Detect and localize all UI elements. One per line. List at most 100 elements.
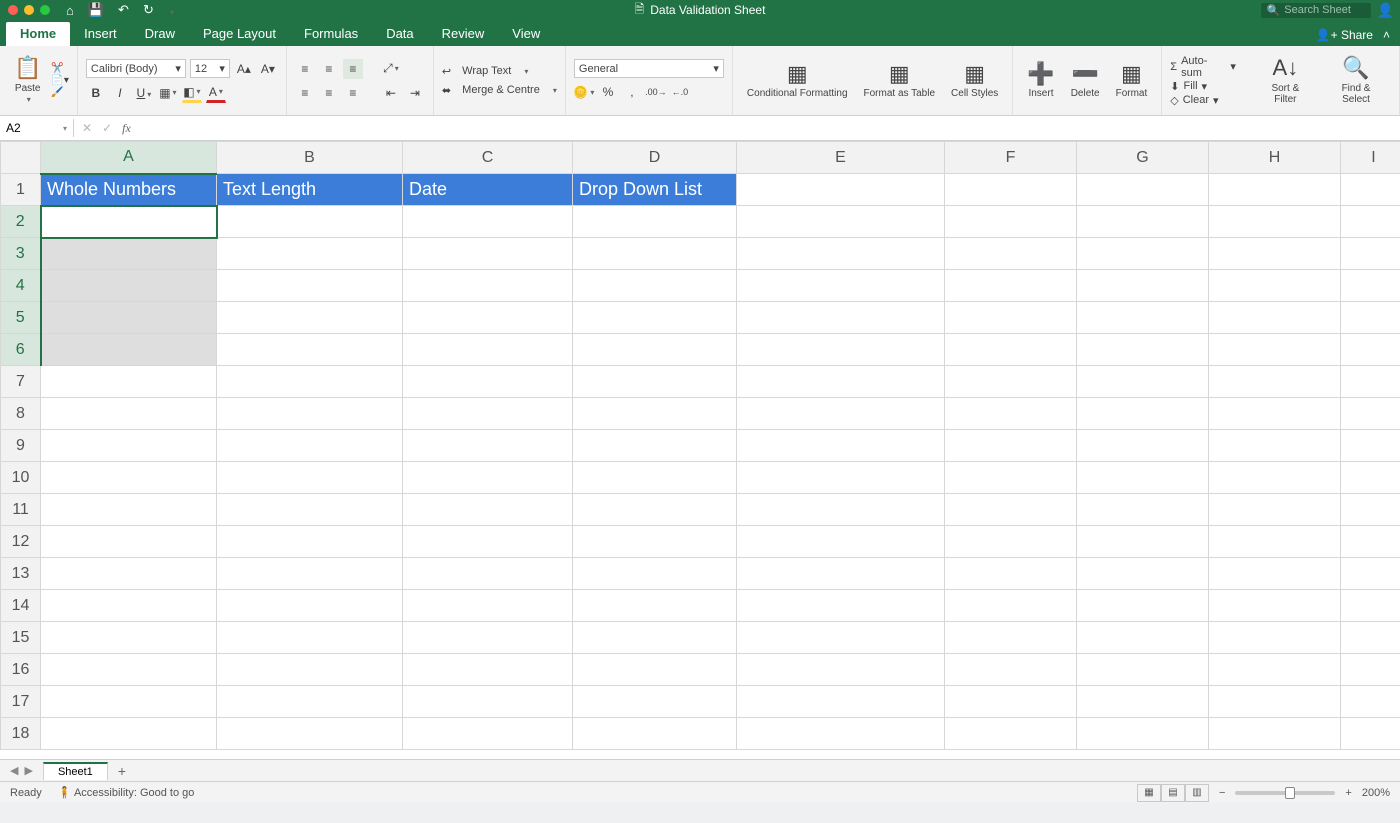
cell-E4[interactable]: [737, 270, 945, 302]
cell-F4[interactable]: [945, 270, 1077, 302]
collapse-ribbon-icon[interactable]: ˄: [1383, 28, 1390, 42]
cell-E1[interactable]: [737, 174, 945, 206]
cell-H8[interactable]: [1209, 398, 1341, 430]
cell-G12[interactable]: [1077, 526, 1209, 558]
cell-C14[interactable]: [403, 590, 573, 622]
cell-I6[interactable]: [1341, 334, 1400, 366]
cell-C11[interactable]: [403, 494, 573, 526]
align-middle-button[interactable]: ≡: [319, 59, 339, 79]
cell-F1[interactable]: [945, 174, 1077, 206]
cell-G14[interactable]: [1077, 590, 1209, 622]
zoom-out-button[interactable]: −: [1219, 787, 1225, 799]
spreadsheet-grid[interactable]: ABCDEFGHI1Whole NumbersText LengthDateDr…: [0, 141, 1400, 759]
align-bottom-button[interactable]: ≡: [343, 59, 363, 79]
row-header-9[interactable]: 9: [1, 430, 41, 462]
column-header-G[interactable]: G: [1077, 142, 1209, 174]
row-header-17[interactable]: 17: [1, 686, 41, 718]
accessibility-status[interactable]: 🧍 Accessibility: Good to go: [58, 786, 195, 799]
cell-I4[interactable]: [1341, 270, 1400, 302]
font-size-select[interactable]: 12▾: [190, 59, 230, 78]
cell-F5[interactable]: [945, 302, 1077, 334]
cell-B14[interactable]: [217, 590, 403, 622]
cell-B13[interactable]: [217, 558, 403, 590]
cell-E18[interactable]: [737, 718, 945, 750]
wrap-text-button[interactable]: ↩ Wrap Text: [442, 65, 557, 78]
zoom-in-button[interactable]: +: [1345, 787, 1351, 799]
cell-A10[interactable]: [41, 462, 217, 494]
cell-H10[interactable]: [1209, 462, 1341, 494]
fx-icon[interactable]: fx: [122, 121, 131, 136]
cell-D16[interactable]: [573, 654, 737, 686]
cell-F10[interactable]: [945, 462, 1077, 494]
cell-D5[interactable]: [573, 302, 737, 334]
row-header-5[interactable]: 5: [1, 302, 41, 334]
row-header-2[interactable]: 2: [1, 206, 41, 238]
cell-B1[interactable]: Text Length: [217, 174, 403, 206]
tab-insert[interactable]: Insert: [70, 22, 131, 46]
cell-A12[interactable]: [41, 526, 217, 558]
cell-I12[interactable]: [1341, 526, 1400, 558]
cell-D8[interactable]: [573, 398, 737, 430]
percent-button[interactable]: %: [598, 82, 618, 102]
autosum-button[interactable]: Σ Auto-sum ▾: [1170, 55, 1236, 79]
italic-button[interactable]: I: [110, 83, 130, 103]
cell-E11[interactable]: [737, 494, 945, 526]
cell-E10[interactable]: [737, 462, 945, 494]
increase-indent-button[interactable]: ⇥: [405, 83, 425, 103]
minimize-window-icon[interactable]: [24, 5, 34, 15]
add-sheet-button[interactable]: +: [108, 761, 136, 781]
cell-D7[interactable]: [573, 366, 737, 398]
row-header-6[interactable]: 6: [1, 334, 41, 366]
cell-H7[interactable]: [1209, 366, 1341, 398]
find-select-button[interactable]: 🔍Find & Select: [1321, 54, 1391, 106]
cell-C6[interactable]: [403, 334, 573, 366]
cell-F7[interactable]: [945, 366, 1077, 398]
cell-B6[interactable]: [217, 334, 403, 366]
cell-C15[interactable]: [403, 622, 573, 654]
cell-A18[interactable]: [41, 718, 217, 750]
name-box[interactable]: A2 ▾: [0, 119, 74, 137]
column-header-F[interactable]: F: [945, 142, 1077, 174]
cell-I13[interactable]: [1341, 558, 1400, 590]
cell-I9[interactable]: [1341, 430, 1400, 462]
cell-A11[interactable]: [41, 494, 217, 526]
cell-I15[interactable]: [1341, 622, 1400, 654]
border-button[interactable]: ▦: [158, 83, 178, 103]
search-input[interactable]: 🔍 Search Sheet: [1261, 3, 1371, 18]
cell-D14[interactable]: [573, 590, 737, 622]
qat-more-icon[interactable]: [168, 3, 174, 18]
cell-F3[interactable]: [945, 238, 1077, 270]
row-header-18[interactable]: 18: [1, 718, 41, 750]
decrease-font-button[interactable]: A▾: [258, 59, 278, 79]
cell-D11[interactable]: [573, 494, 737, 526]
cell-D9[interactable]: [573, 430, 737, 462]
cell-H17[interactable]: [1209, 686, 1341, 718]
cell-H12[interactable]: [1209, 526, 1341, 558]
merge-centre-button[interactable]: ⬌ Merge & Centre: [442, 84, 557, 97]
tab-view[interactable]: View: [498, 22, 554, 46]
cell-H5[interactable]: [1209, 302, 1341, 334]
sort-filter-button[interactable]: A↓Sort & Filter: [1254, 54, 1317, 106]
sheet-nav-next-icon[interactable]: ▶: [24, 764, 32, 777]
cell-B3[interactable]: [217, 238, 403, 270]
column-header-C[interactable]: C: [403, 142, 573, 174]
cell-C17[interactable]: [403, 686, 573, 718]
row-header-12[interactable]: 12: [1, 526, 41, 558]
cell-E15[interactable]: [737, 622, 945, 654]
cell-B5[interactable]: [217, 302, 403, 334]
cell-B2[interactable]: [217, 206, 403, 238]
align-right-button[interactable]: ≡: [343, 83, 363, 103]
cell-A14[interactable]: [41, 590, 217, 622]
cell-H2[interactable]: [1209, 206, 1341, 238]
row-header-16[interactable]: 16: [1, 654, 41, 686]
row-header-14[interactable]: 14: [1, 590, 41, 622]
increase-decimal-button[interactable]: .00→: [646, 82, 666, 102]
align-left-button[interactable]: ≡: [295, 83, 315, 103]
cell-I8[interactable]: [1341, 398, 1400, 430]
undo-icon[interactable]: ↶: [118, 2, 129, 18]
cell-G8[interactable]: [1077, 398, 1209, 430]
cell-G10[interactable]: [1077, 462, 1209, 494]
cell-I5[interactable]: [1341, 302, 1400, 334]
cell-F18[interactable]: [945, 718, 1077, 750]
cell-A7[interactable]: [41, 366, 217, 398]
